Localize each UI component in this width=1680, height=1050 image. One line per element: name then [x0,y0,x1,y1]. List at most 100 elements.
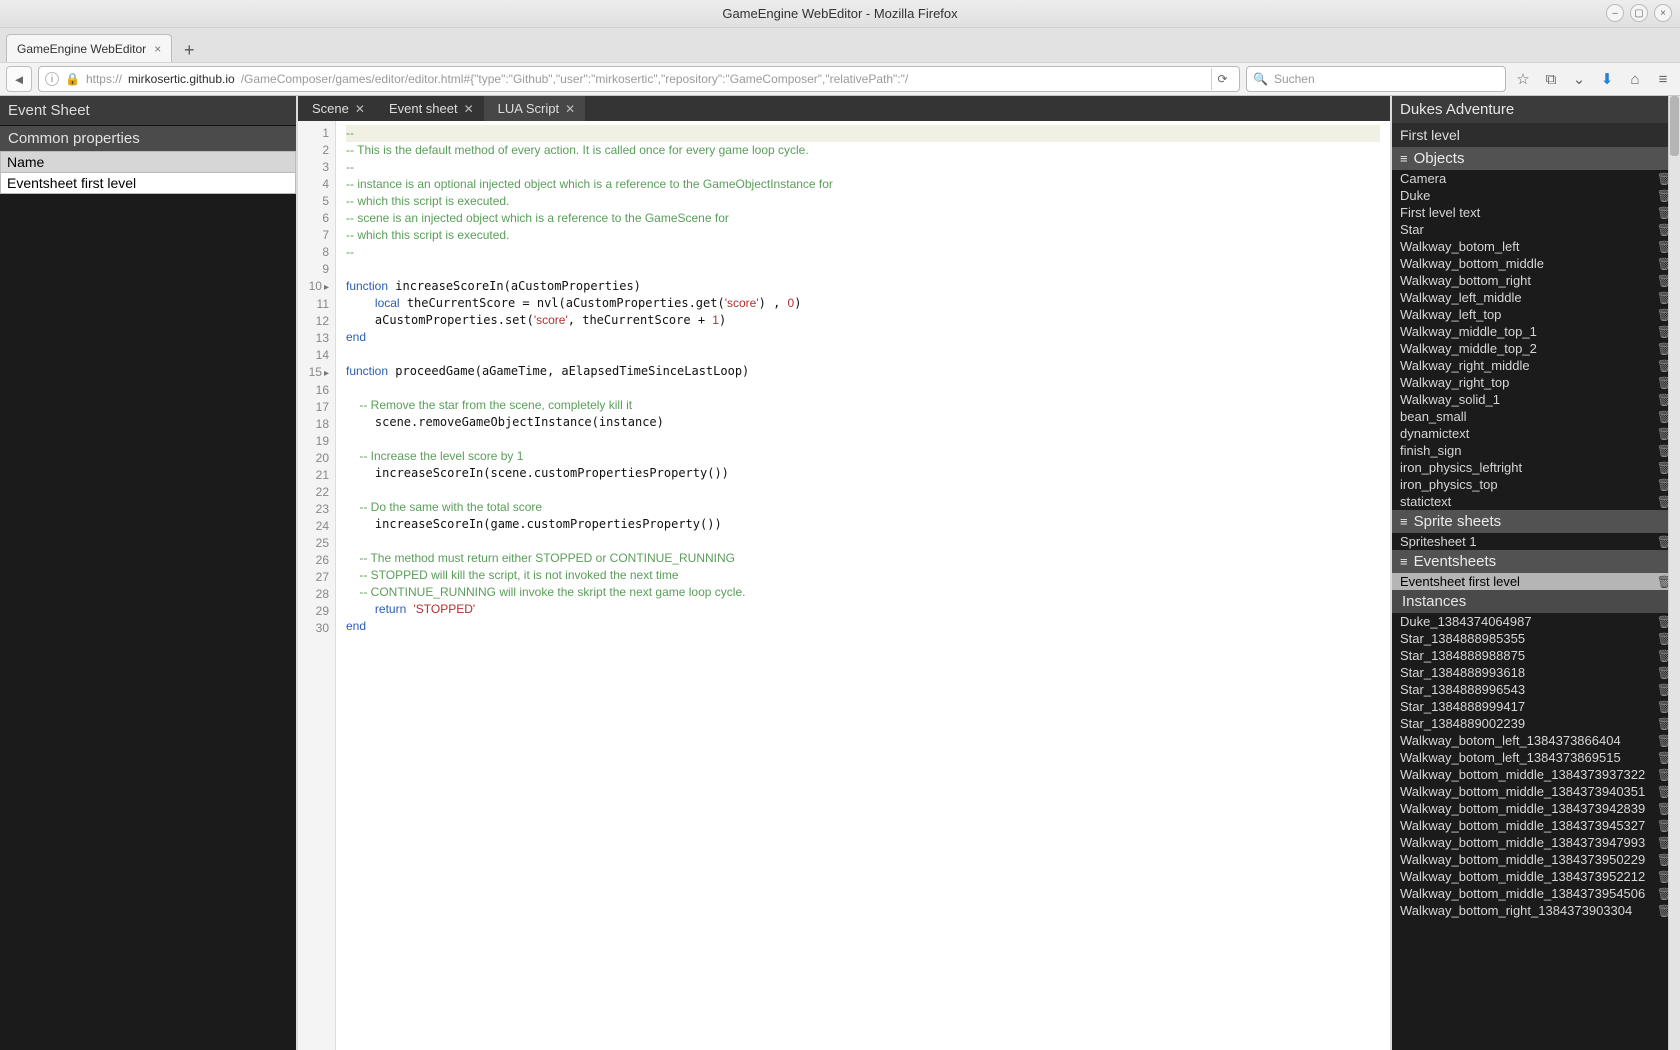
section-instances[interactable]: Instances [1392,590,1680,613]
list-item[interactable]: Walkway_botom_left_1384373869515🗑 [1392,749,1680,766]
list-item-label: Duke [1400,188,1430,203]
code-content[interactable]: -- -- This is the default method of ever… [336,121,1390,1050]
list-item[interactable]: Walkway_bottom_middle_1384373950229🗑 [1392,851,1680,868]
list-item[interactable]: Star🗑 [1392,221,1680,238]
list-item[interactable]: Camera🗑 [1392,170,1680,187]
window-title: GameEngine WebEditor - Mozilla Firefox [722,6,957,21]
browser-tabstrip: GameEngine WebEditor × + [0,28,1680,62]
list-item[interactable]: iron_physics_top🗑 [1392,476,1680,493]
page-scrollbar[interactable] [1668,96,1680,1050]
list-item-label: Spritesheet 1 [1400,534,1477,549]
list-item-label: Walkway_bottom_middle_1384373937322 [1400,767,1645,782]
list-item[interactable]: finish_sign🗑 [1392,442,1680,459]
list-item[interactable]: Star_1384888999417🗑 [1392,698,1680,715]
list-item-label: Walkway_bottom_middle_1384373950229 [1400,852,1645,867]
list-item[interactable]: Walkway_middle_top_2🗑 [1392,340,1680,357]
back-button[interactable]: ◄ [6,66,32,92]
list-item[interactable]: dynamictext🗑 [1392,425,1680,442]
list-item[interactable]: Star_1384888996543🗑 [1392,681,1680,698]
section-spritesheets[interactable]: ≡ Sprite sheets [1392,510,1680,533]
hamburger-icon: ≡ [1400,554,1408,569]
list-item[interactable]: First level text🗑 [1392,204,1680,221]
new-tab-button[interactable]: + [176,38,202,62]
list-item-label: Star_1384888985355 [1400,631,1525,646]
list-item[interactable]: Walkway_left_top🗑 [1392,306,1680,323]
browser-tab[interactable]: GameEngine WebEditor × [6,34,172,62]
right-panel: Dukes Adventure First level ≡ Objects Ca… [1390,96,1680,1050]
close-icon[interactable]: ✕ [565,102,575,116]
list-item[interactable]: bean_small🗑 [1392,408,1680,425]
list-item[interactable]: Walkway_bottom_right🗑 [1392,272,1680,289]
url-host: mirkosertic.github.io [128,72,235,86]
editor-tab[interactable]: Scene ✕ [298,96,375,121]
list-item[interactable]: Walkway_bottom_middle_1384373942839🗑 [1392,800,1680,817]
list-item[interactable]: Walkway_middle_top_1🗑 [1392,323,1680,340]
list-item[interactable]: Walkway_left_middle🗑 [1392,289,1680,306]
tab-close-icon[interactable]: × [154,42,161,56]
list-item-label: Walkway_middle_top_1 [1400,324,1537,339]
url-bar[interactable]: i 🔒 https://mirkosertic.github.io/GameCo… [38,66,1240,92]
list-item[interactable]: Star_1384889002239🗑 [1392,715,1680,732]
property-name-value[interactable]: Eventsheet first level [0,173,296,194]
list-item[interactable]: Walkway_bottom_middle_1384373952212🗑 [1392,868,1680,885]
list-item[interactable]: Star_1384888993618🗑 [1392,664,1680,681]
list-item[interactable]: Eventsheet first level🗑 [1392,573,1680,590]
window-minimize-button[interactable]: – [1606,4,1624,22]
library-icon[interactable]: ⧉ [1540,68,1562,90]
list-item[interactable]: statictext🗑 [1392,493,1680,510]
editor-tab-label: LUA Script [498,101,559,116]
menu-icon[interactable]: ≡ [1652,68,1674,90]
list-item[interactable]: Walkway_botom_left_1384373866404🗑 [1392,732,1680,749]
editor-tab-label: Scene [312,101,349,116]
code-editor[interactable]: 1234567891011121314151617181920212223242… [298,121,1390,1050]
list-item[interactable]: Walkway_bottom_middle_1384373940351🗑 [1392,783,1680,800]
hamburger-icon: ≡ [1400,151,1408,166]
editor-area: Scene✕Event sheet✕LUA Script✕ 1234567891… [298,96,1390,1050]
close-icon[interactable]: ✕ [464,102,474,116]
list-item-label: dynamictext [1400,426,1469,441]
list-item[interactable]: Walkway_bottom_middle_1384373945327🗑 [1392,817,1680,834]
list-item-label: Walkway_botom_left [1400,239,1519,254]
editor-tab[interactable]: Event sheet✕ [375,96,484,121]
editor-tab[interactable]: LUA Script ✕ [484,96,585,121]
project-title: Dukes Adventure [1392,96,1680,123]
list-item[interactable]: Walkway_bottom_middle🗑 [1392,255,1680,272]
scrollbar-thumb[interactable] [1670,96,1679,156]
list-item[interactable]: Duke🗑 [1392,187,1680,204]
list-item-label: Star [1400,222,1424,237]
property-name-label: Name [0,151,296,173]
list-item-label: Walkway_right_middle [1400,358,1530,373]
list-item[interactable]: Star_1384888988875🗑 [1392,647,1680,664]
list-item[interactable]: Walkway_bottom_middle_1384373954506🗑 [1392,885,1680,902]
list-item[interactable]: Walkway_botom_left🗑 [1392,238,1680,255]
reload-button[interactable]: ⟳ [1211,68,1233,90]
list-item-label: Duke_1384374064987 [1400,614,1532,629]
list-item[interactable]: Walkway_solid_1🗑 [1392,391,1680,408]
list-item[interactable]: iron_physics_leftright🗑 [1392,459,1680,476]
search-bar[interactable]: 🔍 Suchen [1246,66,1506,92]
scene-title[interactable]: First level [1392,123,1680,147]
list-item[interactable]: Duke_1384374064987🗑 [1392,613,1680,630]
list-item-label: iron_physics_top [1400,477,1498,492]
list-item[interactable]: Walkway_right_middle🗑 [1392,357,1680,374]
section-eventsheets[interactable]: ≡ Eventsheets [1392,550,1680,573]
code-gutter: 1234567891011121314151617181920212223242… [298,121,336,1050]
url-scheme: https:// [86,72,122,86]
list-item[interactable]: Walkway_right_top🗑 [1392,374,1680,391]
list-item[interactable]: Walkway_bottom_middle_1384373947993🗑 [1392,834,1680,851]
window-maximize-button[interactable]: ▢ [1630,4,1648,22]
list-item[interactable]: Spritesheet 1🗑 [1392,533,1680,550]
downloads-icon[interactable]: ⬇ [1596,68,1618,90]
home-icon[interactable]: ⌂ [1624,68,1646,90]
list-item-label: Walkway_middle_top_2 [1400,341,1537,356]
list-item[interactable]: Walkway_bottom_right_1384373903304🗑 [1392,902,1680,919]
list-item[interactable]: Walkway_bottom_middle_1384373937322🗑 [1392,766,1680,783]
list-item-label: Star_1384888988875 [1400,648,1525,663]
section-objects[interactable]: ≡ Objects [1392,147,1680,170]
close-icon[interactable]: ✕ [355,102,365,116]
list-item[interactable]: Star_1384888985355🗑 [1392,630,1680,647]
pocket-icon[interactable]: ⌄ [1568,68,1590,90]
site-info-icon[interactable]: i [45,72,59,86]
bookmark-star-icon[interactable]: ☆ [1512,68,1534,90]
window-close-button[interactable]: × [1654,4,1672,22]
